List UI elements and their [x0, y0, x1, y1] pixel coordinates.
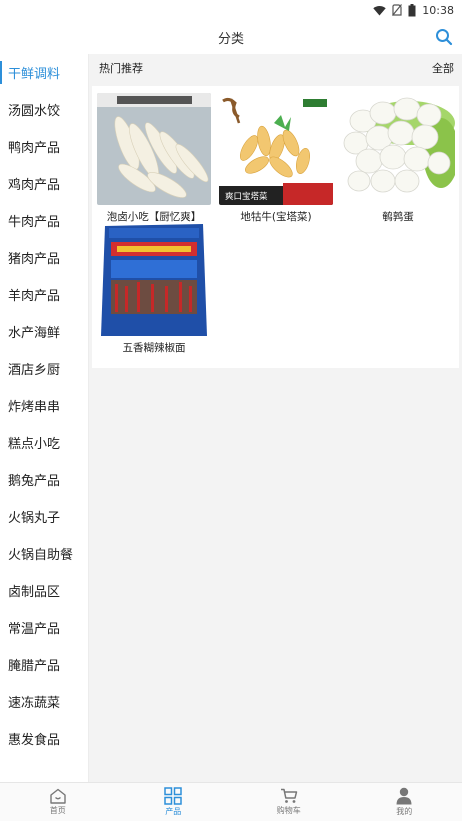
product-name: 五香糊辣椒面: [122, 342, 186, 354]
sidebar-item-hotpot-buffet[interactable]: 火锅自助餐: [0, 535, 88, 572]
sidebar-item-dry-seasoning[interactable]: 干鲜调料: [0, 54, 88, 91]
sidebar-item-label: 炸烤串串: [8, 400, 61, 415]
tab-profile[interactable]: 我的: [347, 783, 462, 821]
wifi-icon: [373, 5, 386, 16]
sidebar-item-label: 鹅兔产品: [8, 474, 61, 489]
tab-cart[interactable]: 购物车: [231, 783, 347, 821]
clock: 10:38: [422, 3, 454, 17]
tab-label: 我的: [396, 807, 413, 816]
view-all-link[interactable]: 全部: [432, 60, 454, 76]
sidebar-item-label: 水产海鲜: [8, 326, 61, 341]
sidebar-item-seafood[interactable]: 水产海鲜: [0, 313, 88, 350]
product-card[interactable]: 五香糊辣椒面: [97, 224, 211, 355]
product-image-chili-powder: [97, 224, 211, 336]
sidebar-item-label: 酒店乡厨: [8, 363, 61, 378]
grid-icon: [164, 787, 182, 805]
sidebar-item-room-temp[interactable]: 常温产品: [0, 609, 88, 646]
sidebar-item-skewers[interactable]: 炸烤串串: [0, 387, 88, 424]
sidebar-item-label: 干鲜调料: [8, 67, 61, 82]
product-image-chinese-artichoke: 爽口宝塔菜: [219, 93, 333, 205]
product-image-quail-eggs: [341, 93, 455, 205]
product-name: 鹌鹑蛋: [382, 211, 414, 223]
home-icon: [50, 788, 66, 804]
section-header: 热门推荐 全部: [89, 54, 462, 82]
section-title: 热门推荐: [99, 62, 143, 75]
product-card[interactable]: 爽口宝塔菜 地牯牛(宝塔菜): [219, 93, 333, 224]
sidebar-item-label: 糕点小吃: [8, 437, 61, 452]
sidebar-item-hotpot-balls[interactable]: 火锅丸子: [0, 498, 88, 535]
product-image-pickled-snack: [97, 93, 211, 205]
tab-label: 首页: [49, 806, 66, 815]
cart-icon: [280, 788, 297, 803]
sidebar-item-goose-rabbit[interactable]: 鹅兔产品: [0, 461, 88, 498]
product-name: 泡卤小吃【厨忆爽】: [106, 211, 202, 223]
product-card[interactable]: 鹌鹑蛋: [341, 93, 455, 224]
sidebar-item-label: 惠发食品: [8, 733, 61, 748]
tab-home[interactable]: 首页: [0, 783, 116, 821]
no-sim-icon: [392, 4, 403, 16]
sidebar-item-hotel-kitchen[interactable]: 酒店乡厨: [0, 350, 88, 387]
tab-products[interactable]: 产品: [116, 783, 232, 821]
sidebar-item-frozen-veg[interactable]: 速冻蔬菜: [0, 683, 88, 720]
sidebar-item-label: 火锅丸子: [8, 511, 61, 526]
sidebar-item-label: 牛肉产品: [8, 215, 61, 230]
bottom-navigation: 首页 产品 购物车 我的: [0, 782, 462, 821]
sidebar-item-beef[interactable]: 牛肉产品: [0, 202, 88, 239]
sidebar-item-pastries[interactable]: 糕点小吃: [0, 424, 88, 461]
sidebar-item-cured[interactable]: 腌腊产品: [0, 646, 88, 683]
sidebar-item-duck[interactable]: 鸭肉产品: [0, 128, 88, 165]
image-caption: 爽口宝塔菜: [225, 191, 268, 202]
sidebar-item-label: 鸭肉产品: [8, 141, 61, 156]
sidebar-item-chicken[interactable]: 鸡肉产品: [0, 165, 88, 202]
page-title: 分类: [217, 31, 244, 47]
sidebar-item-label: 猪肉产品: [8, 252, 61, 267]
sidebar-item-mutton[interactable]: 羊肉产品: [0, 276, 88, 313]
content-area: 热门推荐 全部 泡卤小吃【厨忆爽】 爽口宝塔菜 地牯牛(宝塔菜) 鹌鹑蛋 五香糊…: [89, 54, 462, 782]
sidebar-item-label: 常温产品: [8, 622, 61, 637]
sidebar-item-label: 汤圆水饺: [8, 104, 61, 119]
sidebar-item-braised[interactable]: 卤制品区: [0, 572, 88, 609]
search-button[interactable]: [433, 26, 455, 48]
tab-label: 产品: [165, 807, 182, 816]
product-grid: 泡卤小吃【厨忆爽】 爽口宝塔菜 地牯牛(宝塔菜) 鹌鹑蛋 五香糊辣椒面: [92, 86, 459, 368]
category-sidebar: 干鲜调料 汤圆水饺 鸭肉产品 鸡肉产品 牛肉产品 猪肉产品 羊肉产品 水产海鲜 …: [0, 54, 89, 782]
top-header: 分类: [0, 20, 462, 54]
sidebar-item-label: 卤制品区: [8, 585, 61, 600]
status-bar: 10:38: [0, 0, 462, 20]
product-name: 地牯牛(宝塔菜): [240, 211, 312, 223]
sidebar-item-huifa[interactable]: 惠发食品: [0, 720, 88, 757]
sidebar-item-pork[interactable]: 猪肉产品: [0, 239, 88, 276]
sidebar-item-label: 火锅自助餐: [8, 548, 74, 563]
user-icon: [396, 787, 412, 805]
sidebar-item-label: 速冻蔬菜: [8, 696, 61, 711]
tab-label: 购物车: [276, 806, 301, 815]
sidebar-item-label: 羊肉产品: [8, 289, 61, 304]
product-card[interactable]: 泡卤小吃【厨忆爽】: [97, 93, 211, 224]
search-icon: [436, 29, 453, 46]
sidebar-item-label: 鸡肉产品: [8, 178, 61, 193]
sidebar-item-label: 腌腊产品: [8, 659, 61, 674]
sidebar-item-dumplings[interactable]: 汤圆水饺: [0, 91, 88, 128]
battery-icon: [408, 3, 416, 17]
